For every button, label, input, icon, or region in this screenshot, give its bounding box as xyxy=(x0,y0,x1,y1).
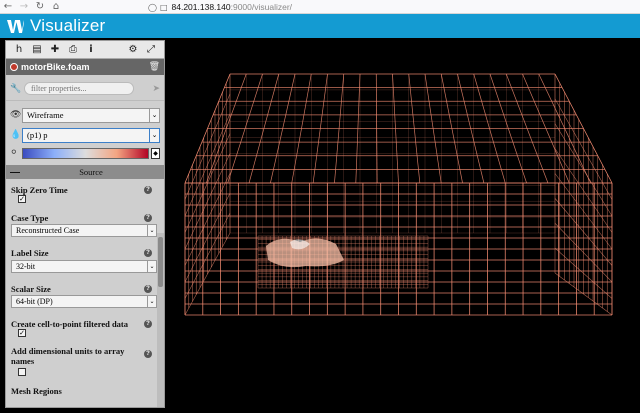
back-icon[interactable]: ← xyxy=(0,0,16,14)
help-icon[interactable]: ? xyxy=(144,249,152,257)
app-logo-icon xyxy=(6,17,26,35)
app-header: Visualizer xyxy=(0,14,640,38)
dim-units-label: Add dimensional units to array names xyxy=(11,346,125,366)
url-host: 84.201.138.140 xyxy=(171,2,231,12)
representation-row: 👁 Wireframe ⌄ xyxy=(6,105,164,125)
chevron-down-icon: ⌄ xyxy=(147,225,156,236)
filter-properties-input[interactable] xyxy=(24,82,134,95)
dim-units-checkbox[interactable] xyxy=(18,368,26,376)
control-panel: һ ▤ ✚ ⎙ i ⚙ ⤢ motorBike.foam 🗑 🔧 ➤ 👁 Wir… xyxy=(5,40,165,408)
reload-icon[interactable]: ↻ xyxy=(32,0,48,14)
pipeline-item[interactable]: motorBike.foam 🗑 xyxy=(6,59,164,75)
skip-zero-time-checkbox[interactable]: ✓ xyxy=(18,195,26,203)
panel-toolbar: һ ▤ ✚ ⎙ i ⚙ ⤢ xyxy=(6,41,164,59)
mesh-regions-label: Mesh Regions xyxy=(11,386,62,396)
pipeline-icon[interactable]: һ xyxy=(10,42,28,58)
source-section-header[interactable]: — Source xyxy=(6,165,164,179)
case-type-select[interactable]: Reconstructed Case ⌄ xyxy=(11,224,157,237)
chevron-down-icon: ⌄ xyxy=(147,296,156,307)
color-by-select[interactable]: (p1) p ⌄ xyxy=(22,127,160,143)
cell-to-point-checkbox[interactable]: ✓ xyxy=(18,329,26,337)
source-section-title: Source xyxy=(79,167,103,177)
printer-icon[interactable]: ⎙ xyxy=(64,42,82,58)
colormap-edit-icon[interactable]: ◆ xyxy=(151,147,160,159)
page-info-icon[interactable]: □ xyxy=(160,3,168,12)
filter-row: 🔧 ➤ xyxy=(6,77,164,101)
palette-icon[interactable]: ⚪ xyxy=(10,148,22,158)
skip-zero-time-label: Skip Zero Time xyxy=(11,185,68,195)
scalar-size-select[interactable]: 64-bit (DP) ⌄ xyxy=(11,295,157,308)
representation-select[interactable]: Wireframe ⌄ xyxy=(22,107,160,123)
colormap-bar[interactable] xyxy=(22,147,149,159)
help-icon[interactable]: ? xyxy=(144,186,152,194)
app-title: Visualizer xyxy=(30,16,106,35)
drop-icon: 💧 xyxy=(10,130,22,140)
chevron-down-icon: ⌄ xyxy=(149,128,159,142)
shield-icon: ◯ xyxy=(148,2,157,12)
help-icon[interactable]: ? xyxy=(144,214,152,222)
eye-icon[interactable]: 👁 xyxy=(10,110,22,120)
url-path: :9000/visualizer/ xyxy=(230,2,293,12)
visibility-toggle[interactable] xyxy=(10,63,18,71)
settings-icon[interactable]: ⚙ xyxy=(124,42,142,58)
apply-icon[interactable]: ➤ xyxy=(152,84,160,94)
info-icon[interactable]: i xyxy=(82,42,100,58)
help-icon[interactable]: ? xyxy=(144,285,152,293)
pipeline-source-name: motorBike.foam xyxy=(21,62,90,72)
scalar-size-label: Scalar Size xyxy=(11,284,51,294)
help-icon[interactable]: ? xyxy=(144,350,152,358)
colormap-row: ⚪ ◆ xyxy=(6,145,164,161)
browser-toolbar: ← → ↻ ⌂ ◯ □ 84.201.138.140:9000/visualiz… xyxy=(0,0,640,14)
properties-list: Skip Zero Time ? ✓ Case Type ? Reconstru… xyxy=(6,179,164,407)
help-icon[interactable]: ? xyxy=(144,320,152,328)
file-icon[interactable]: ▤ xyxy=(28,42,46,58)
color-by-row: 💧 (p1) p ⌄ xyxy=(6,125,164,145)
collapse-icon[interactable]: — xyxy=(10,167,22,178)
label-size-select[interactable]: 32-bit ⌄ xyxy=(11,260,157,273)
chevron-down-icon: ⌄ xyxy=(149,108,159,122)
fullscreen-icon[interactable]: ⤢ xyxy=(142,42,160,58)
chevron-down-icon: ⌄ xyxy=(147,261,156,272)
add-filter-icon[interactable]: ✚ xyxy=(46,42,64,58)
address-bar[interactable]: ◯ □ 84.201.138.140:9000/visualizer/ xyxy=(148,0,292,14)
cell-to-point-label: Create cell-to-point filtered data xyxy=(11,319,128,329)
case-type-label: Case Type xyxy=(11,213,49,223)
home-icon[interactable]: ⌂ xyxy=(48,0,64,14)
forward-icon[interactable]: → xyxy=(16,0,32,14)
panel-scrollbar[interactable] xyxy=(157,233,164,407)
scrollbar-thumb[interactable] xyxy=(158,237,163,287)
wrench-icon[interactable]: 🔧 xyxy=(10,84,24,94)
label-size-label: Label Size xyxy=(11,248,49,258)
trash-icon[interactable]: 🗑 xyxy=(149,62,160,72)
